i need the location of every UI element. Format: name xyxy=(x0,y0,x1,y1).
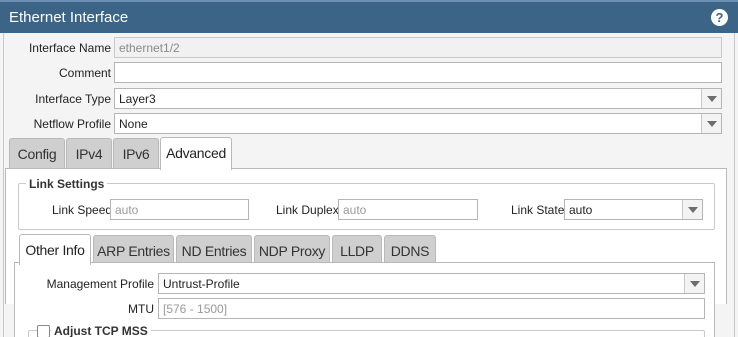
adjust-tcp-mss-checkbox[interactable] xyxy=(37,325,50,337)
dialog-title: Ethernet Interface xyxy=(9,9,129,26)
tab-ipv4[interactable]: IPv4 xyxy=(66,138,112,169)
chevron-down-icon[interactable] xyxy=(684,274,704,293)
management-profile-value: Untrust-Profile xyxy=(163,277,240,291)
netflow-profile-label: Netflow Profile xyxy=(33,117,111,131)
interface-type-value: Layer3 xyxy=(119,92,156,106)
tab-advanced[interactable]: Advanced xyxy=(160,137,232,170)
link-state-select[interactable]: auto xyxy=(564,199,703,220)
interface-name-field: ethernet1/2 xyxy=(114,37,722,58)
dialog-titlebar: Ethernet Interface ? xyxy=(0,0,738,33)
comment-field[interactable] xyxy=(114,62,722,83)
adjust-tcp-mss-label: Adjust TCP MSS xyxy=(51,324,151,337)
comment-label: Comment xyxy=(58,66,111,80)
tab-ipv6[interactable]: IPv6 xyxy=(113,138,159,169)
mtu-field[interactable]: [576 - 1500] xyxy=(158,298,705,319)
help-icon[interactable]: ? xyxy=(711,9,728,26)
link-settings-legend: Link Settings xyxy=(26,177,108,191)
interface-type-label: Interface Type xyxy=(35,92,111,106)
link-speed-field[interactable]: auto xyxy=(110,199,249,220)
management-profile-label: Management Profile xyxy=(46,277,154,291)
link-duplex-field[interactable]: auto xyxy=(338,199,478,220)
mtu-label: MTU xyxy=(128,302,154,316)
link-speed-label: Link Speed xyxy=(52,203,113,217)
link-state-value: auto xyxy=(569,203,593,217)
interface-type-select[interactable]: Layer3 xyxy=(114,88,722,109)
netflow-profile-select[interactable]: None xyxy=(114,113,722,134)
tab-config[interactable]: Config xyxy=(9,138,65,169)
chevron-down-icon[interactable] xyxy=(682,200,702,219)
management-profile-select[interactable]: Untrust-Profile xyxy=(158,273,705,294)
subtab-other-info[interactable]: Other Info xyxy=(19,234,91,265)
interface-name-label: Interface Name xyxy=(28,41,111,55)
link-duplex-label: Link Duplex xyxy=(276,203,339,217)
chevron-down-icon[interactable] xyxy=(701,89,721,108)
chevron-down-icon[interactable] xyxy=(701,114,721,133)
netflow-profile-value: None xyxy=(119,117,148,131)
link-state-label: Link State xyxy=(511,203,565,217)
